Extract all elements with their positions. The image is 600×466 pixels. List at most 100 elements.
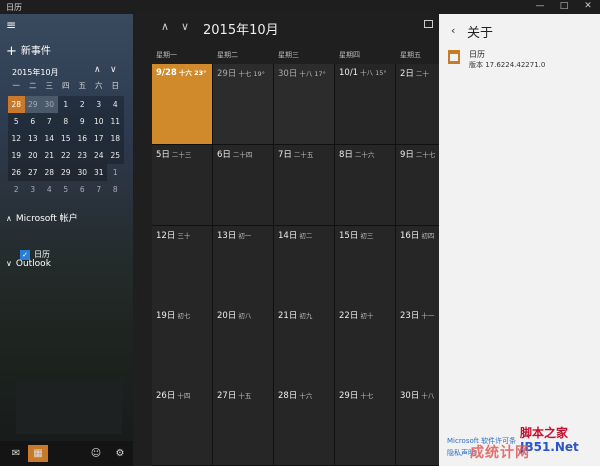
mini-calendar-day[interactable]: 11	[107, 113, 124, 130]
prev-month-icon[interactable]: ∧	[161, 20, 169, 33]
new-event-button[interactable]: + 新事件	[6, 42, 51, 59]
calendar-icon[interactable]: ▦	[28, 445, 48, 462]
close-button[interactable]: ✕	[576, 0, 600, 14]
mini-calendar-day[interactable]: 29	[57, 164, 74, 181]
month-title[interactable]: 2015年10月	[203, 19, 279, 38]
lunar-date: 二十七	[415, 151, 436, 159]
calendar-view-icon[interactable]	[424, 20, 433, 28]
day-cell[interactable]: 12日 三十	[152, 226, 213, 307]
mini-calendar-day[interactable]: 8	[57, 113, 74, 130]
minimize-button[interactable]: —	[528, 0, 552, 14]
mini-calendar-day[interactable]: 28	[41, 164, 58, 181]
day-cell[interactable]: 19日 初七	[152, 306, 213, 387]
day-cell[interactable]: 5日 二十三	[152, 145, 213, 226]
mini-calendar-day[interactable]: 6	[74, 181, 91, 198]
mini-calendar-day[interactable]: 26	[8, 164, 25, 181]
day-cell[interactable]: 14日 初二	[274, 226, 335, 307]
mini-next-month-icon[interactable]: ∨	[110, 65, 117, 75]
mini-calendar-day[interactable]: 2	[8, 181, 25, 198]
mini-calendar-day[interactable]: 29	[24, 96, 41, 113]
mini-calendar-day[interactable]: 15	[57, 130, 74, 147]
day-cell[interactable]: 29日 十七	[335, 386, 396, 466]
day-date: 19日	[156, 311, 176, 321]
mini-calendar-day[interactable]: 1	[107, 164, 124, 181]
mini-calendar-day[interactable]: 23	[74, 147, 91, 164]
mini-calendar-day[interactable]: 19	[8, 147, 25, 164]
day-cell[interactable]: 26日 十四	[152, 386, 213, 466]
mini-calendar-day[interactable]: 13	[24, 130, 41, 147]
day-cell[interactable]: 28日 十六	[274, 386, 335, 466]
day-number: 27日 十五	[217, 389, 251, 401]
mini-calendar-day[interactable]: 24	[90, 147, 107, 164]
outlook-section[interactable]: ∨ Outlook	[6, 259, 51, 269]
mini-calendar-day[interactable]: 30	[41, 96, 58, 113]
day-number: 30日 十八	[400, 389, 434, 401]
settings-gear-icon[interactable]: ⚙	[110, 445, 130, 462]
day-date: 16日	[400, 231, 420, 241]
mini-calendar-day[interactable]: 20	[24, 147, 41, 164]
mini-calendar-day[interactable]: 1	[57, 96, 74, 113]
mini-calendar-day[interactable]: 16	[74, 130, 91, 147]
day-cell[interactable]: 29日 十七 19°	[213, 64, 274, 145]
mini-calendar-day[interactable]: 14	[41, 130, 58, 147]
lunar-date: 二十三	[171, 151, 192, 159]
day-cell[interactable]: 27日 十五	[213, 386, 274, 466]
mini-calendar-day[interactable]: 8	[107, 181, 124, 198]
mini-calendar-day[interactable]: 3	[90, 96, 107, 113]
mini-calendar-day[interactable]: 3	[25, 181, 42, 198]
mini-calendar-day[interactable]: 31	[90, 164, 107, 181]
mini-calendar-day[interactable]: 9	[74, 113, 91, 130]
mini-prev-month-icon[interactable]: ∧	[94, 65, 101, 75]
mini-calendar-day[interactable]: 21	[41, 147, 58, 164]
lunar-date: 初三	[360, 232, 374, 240]
day-cell[interactable]: 20日 初八	[213, 306, 274, 387]
day-number: 10/1 十八 15°	[339, 67, 387, 78]
day-number: 26日 十四	[156, 389, 190, 401]
mini-calendar-day[interactable]: 5	[8, 113, 25, 130]
mini-calendar-day[interactable]: 28	[8, 96, 25, 113]
day-cell[interactable]: 7日 二十五	[274, 145, 335, 226]
mini-calendar-day[interactable]: 6	[24, 113, 41, 130]
mini-calendar-day[interactable]: 7	[91, 181, 108, 198]
mini-calendar-day[interactable]: 12	[8, 130, 25, 147]
mini-calendar-month[interactable]: 2015年10月	[12, 67, 59, 78]
mail-icon[interactable]: ✉	[6, 445, 26, 462]
mini-calendar-day[interactable]: 4	[107, 96, 124, 113]
lunar-date: 十五	[238, 392, 252, 400]
day-cell[interactable]: 22日 初十	[335, 306, 396, 387]
mini-calendar-day[interactable]: 17	[90, 130, 107, 147]
day-cell[interactable]: 6日 二十四	[213, 145, 274, 226]
mini-calendar-day[interactable]: 30	[74, 164, 91, 181]
maximize-button[interactable]: □	[552, 0, 576, 14]
lunar-date: 初十	[360, 312, 374, 320]
mini-calendar-day[interactable]: 10	[90, 113, 107, 130]
checkbox-icon[interactable]: ✓	[20, 249, 30, 260]
mini-calendar-day[interactable]: 27	[24, 164, 41, 181]
day-cell[interactable]: 9/28 十六 23°	[152, 64, 213, 145]
day-cell[interactable]: 10/1 十八 15°	[335, 64, 396, 145]
back-arrow-icon[interactable]: ‹	[451, 24, 455, 37]
day-date: 30日	[400, 391, 420, 401]
day-cell[interactable]: 8日 二十六	[335, 145, 396, 226]
day-date: 29日	[217, 69, 237, 79]
mini-calendar-day[interactable]: 4	[41, 181, 58, 198]
weekday-header: 星期三	[278, 51, 299, 59]
mini-calendar-day[interactable]: 25	[107, 147, 124, 164]
microsoft-account-section[interactable]: ∧ Microsoft 帐户	[6, 211, 78, 224]
next-month-icon[interactable]: ∨	[181, 20, 189, 33]
day-cell[interactable]: 30日 十八 17°	[274, 64, 335, 145]
day-cell[interactable]: 13日 初一	[213, 226, 274, 307]
feedback-smile-icon[interactable]: ☺	[86, 445, 106, 462]
hamburger-menu-icon[interactable]: ≡	[6, 18, 16, 32]
day-date: 13日	[217, 231, 237, 241]
day-date: 2日	[400, 69, 414, 79]
mini-calendar-day[interactable]: 2	[74, 96, 91, 113]
mini-calendar-day[interactable]: 7	[41, 113, 58, 130]
mini-calendar-day[interactable]: 18	[107, 130, 124, 147]
mini-calendar-day[interactable]: 22	[57, 147, 74, 164]
mini-calendar-day[interactable]: 5	[58, 181, 75, 198]
day-cell[interactable]: 15日 初三	[335, 226, 396, 307]
sidebar: ≡ + 新事件 2015年10月 ∧ ∨ 一二三四五六日 28 29 30 1 2 3 4 5 6 7…	[0, 14, 133, 466]
day-number: 19日 初七	[156, 309, 190, 321]
day-cell[interactable]: 21日 初九	[274, 306, 335, 387]
